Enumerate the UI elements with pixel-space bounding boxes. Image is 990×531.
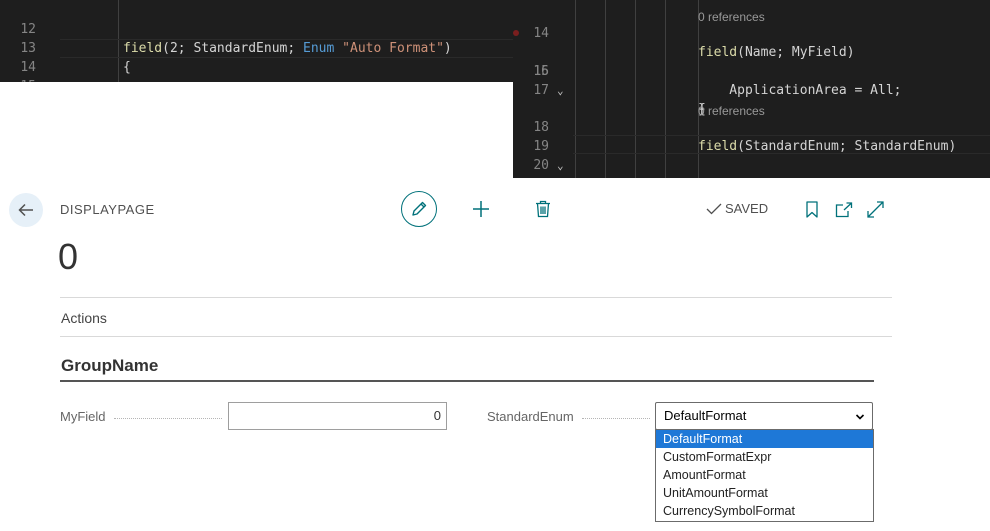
- plus-icon: [473, 201, 489, 217]
- code-line[interactable]: 16 ApplicationArea = All;: [513, 43, 990, 98]
- divider: [60, 297, 892, 298]
- code-line[interactable]: 20 ApplicationArea = All;: [513, 137, 990, 178]
- trash-icon: [536, 200, 550, 218]
- code-editor-right[interactable]: 0 references 14 field(Name; MyField) 15 …: [513, 0, 990, 178]
- divider: [60, 336, 892, 337]
- dropdown-option[interactable]: UnitAmountFormat: [656, 484, 873, 502]
- delete-button[interactable]: [535, 200, 551, 223]
- open-new-window-button[interactable]: [835, 202, 853, 223]
- saved-status: SAVED: [706, 201, 768, 216]
- page-caption: DISPLAYPAGE: [60, 202, 155, 217]
- group-underline: [60, 380, 874, 382]
- code-line[interactable]: 13 {: [0, 20, 513, 75]
- bookmark-icon: [806, 201, 818, 218]
- standardenum-label: StandardEnum: [487, 409, 574, 424]
- code-line[interactable]: 15 ⌄ {: [513, 24, 990, 117]
- code-line[interactable]: 18 field(StandardEnum; StandardEnum): [513, 99, 990, 154]
- leader-dots: [582, 418, 650, 420]
- standardenum-select[interactable]: DefaultFormat: [655, 402, 873, 430]
- myfield-label: MyField: [60, 409, 106, 424]
- dropdown-option[interactable]: DefaultFormat: [656, 430, 873, 448]
- code-line[interactable]: 19 ⌄ {: [513, 118, 990, 178]
- page-title: 0: [58, 236, 79, 277]
- saved-label: SAVED: [725, 201, 769, 216]
- expand-icon: [867, 201, 884, 218]
- expand-button[interactable]: [867, 201, 884, 223]
- dropdown-option[interactable]: AmountFormat: [656, 466, 873, 484]
- actions-menu[interactable]: Actions: [61, 310, 107, 326]
- code-line[interactable]: 14: [0, 39, 513, 75]
- myfield-input[interactable]: 0: [228, 402, 447, 430]
- pencil-icon: [412, 201, 427, 216]
- breakpoint-dot-icon[interactable]: [513, 30, 519, 36]
- back-button[interactable]: [9, 193, 43, 227]
- standardenum-dropdown-list[interactable]: DefaultFormat CustomFormatExpr AmountFor…: [655, 429, 874, 522]
- leader-dots: [114, 418, 222, 420]
- display-page: DISPLAYPAGE SAVED 0 Actions GroupName My…: [0, 178, 990, 531]
- code-line[interactable]: 14 field(Name; MyField): [513, 5, 990, 60]
- new-button[interactable]: [472, 200, 490, 223]
- code-line[interactable]: 12 field(2; StandardEnum; Enum "Auto For…: [0, 1, 513, 56]
- bookmark-button[interactable]: [805, 201, 819, 223]
- group-heading[interactable]: GroupName: [61, 356, 158, 376]
- line-number: 15: [0, 77, 36, 82]
- code-editor-left[interactable]: 12 field(2; StandardEnum; Enum "Auto For…: [0, 0, 513, 82]
- checkmark-icon: [706, 203, 722, 214]
- dropdown-option[interactable]: CustomFormatExpr: [656, 448, 873, 466]
- edit-button[interactable]: [401, 191, 437, 227]
- dropdown-option[interactable]: CurrencySymbolFormat: [656, 502, 873, 520]
- select-value: DefaultFormat: [664, 408, 747, 423]
- code-line[interactable]: 17 }: [513, 62, 990, 117]
- code-line[interactable]: 15 }: [0, 58, 513, 82]
- code-line[interactable]: 21 }: [513, 156, 990, 178]
- back-arrow-icon: [18, 203, 33, 217]
- open-new-window-icon: [835, 202, 853, 218]
